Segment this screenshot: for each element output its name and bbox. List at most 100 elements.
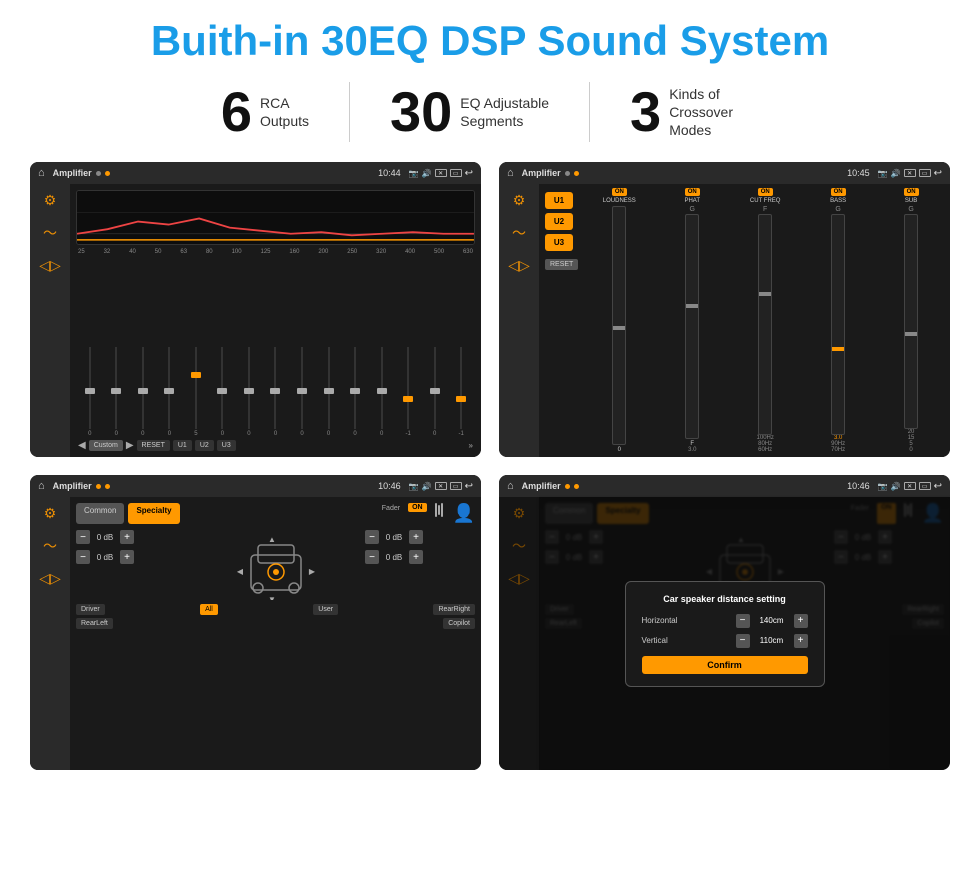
phat-on[interactable]: ON: [685, 188, 700, 196]
window-icon-4: ▭: [919, 482, 931, 490]
eq-slider-14[interactable]: -1: [449, 347, 473, 437]
db-minus-fl[interactable]: −: [76, 530, 90, 544]
home-icon-2[interactable]: ⌂: [507, 167, 514, 179]
horizontal-minus[interactable]: −: [736, 614, 750, 628]
sidebar-1: ⚙ 〜 ◁▷: [30, 184, 70, 457]
close-icon-3: ✕: [435, 482, 447, 490]
eq-graph: [76, 190, 475, 245]
stat-number-rca: 6: [221, 84, 252, 140]
wave-icon-2[interactable]: 〜: [512, 223, 526, 243]
eq-bottom-bar: ◀ Custom ▶ RESET U1 U2 U3 »: [76, 437, 475, 451]
camera-icon-4: 📷: [878, 482, 888, 491]
u2-button[interactable]: U2: [545, 213, 573, 230]
back-icon-3: ↩: [465, 481, 473, 492]
db-minus-rr[interactable]: −: [365, 550, 379, 564]
rearleft-btn[interactable]: RearLeft: [76, 618, 113, 629]
wave-icon-3[interactable]: 〜: [43, 536, 57, 556]
db-plus-fl[interactable]: +: [120, 530, 134, 544]
u1-button[interactable]: U1: [545, 192, 573, 209]
volume-icon-4: 🔊: [891, 482, 901, 491]
bass-on[interactable]: ON: [831, 188, 846, 196]
loudness-on[interactable]: ON: [612, 188, 627, 196]
crossover-content: U1 U2 U3 RESET ON LOUDNESS: [539, 184, 950, 457]
home-icon[interactable]: ⌂: [38, 167, 45, 179]
speaker-icon-2[interactable]: ◁▷: [508, 257, 530, 274]
fader-on-btn[interactable]: ON: [408, 503, 427, 512]
svg-text:▲: ▲: [268, 535, 276, 544]
db-minus-rl[interactable]: −: [76, 550, 90, 564]
eq-u3-btn[interactable]: U3: [217, 440, 236, 451]
db-value-fr: 0 dB: [382, 533, 406, 542]
eq-slider-2[interactable]: 0: [131, 347, 155, 437]
vertical-plus[interactable]: +: [794, 634, 808, 648]
phat-slider[interactable]: [685, 214, 699, 439]
sidebar-2: ⚙ 〜 ◁▷: [499, 184, 539, 457]
db-plus-rl[interactable]: +: [120, 550, 134, 564]
eq-slider-11[interactable]: 0: [370, 347, 394, 437]
copilot-btn[interactable]: Copilot: [443, 618, 475, 629]
eq-slider-5[interactable]: 0: [211, 347, 235, 437]
fader-tab-specialty[interactable]: Specialty: [128, 503, 179, 524]
speaker-icon-3[interactable]: ◁▷: [39, 570, 61, 587]
db-control-rl: − 0 dB +: [76, 550, 186, 564]
db-plus-fr[interactable]: +: [409, 530, 423, 544]
eq-slider-7[interactable]: 0: [264, 347, 288, 437]
screen1-body: ⚙ 〜 ◁▷: [30, 184, 481, 457]
horizontal-plus[interactable]: +: [794, 614, 808, 628]
status-bar-4: ⌂ Amplifier 10:46 📷 🔊 ✕ ▭ ↩: [499, 475, 950, 497]
eq-slider-10[interactable]: 0: [343, 347, 367, 437]
u-buttons: U1 U2 U3 RESET: [543, 188, 580, 453]
eq-icon-3[interactable]: ⚙: [44, 505, 57, 522]
prev-arrow[interactable]: ◀: [78, 440, 86, 451]
driver-btn[interactable]: Driver: [76, 604, 105, 615]
rearight-btn[interactable]: RearRight: [433, 604, 475, 615]
screen4-inner: ⚙ 〜 ◁▷ Common Specialty Fader ON: [499, 497, 950, 770]
fader-tabs: Common Specialty Fader ON 👤: [76, 503, 475, 524]
speaker-icon[interactable]: ◁▷: [39, 257, 61, 274]
eq-slider-8[interactable]: 0: [290, 347, 314, 437]
loudness-label: LOUDNESS: [603, 198, 636, 204]
eq-slider-1[interactable]: 0: [105, 347, 129, 437]
sub-on[interactable]: ON: [904, 188, 919, 196]
home-icon-4[interactable]: ⌂: [507, 480, 514, 492]
eq-reset-btn[interactable]: RESET: [137, 440, 170, 451]
eq-slider-13[interactable]: 0: [423, 347, 447, 437]
u3-button[interactable]: U3: [545, 234, 573, 251]
eq-slider-4[interactable]: 5: [184, 347, 208, 437]
back-icon-2: ↩: [934, 168, 942, 179]
home-icon-3[interactable]: ⌂: [38, 480, 45, 492]
vertical-minus[interactable]: −: [736, 634, 750, 648]
eq-u2-btn[interactable]: U2: [195, 440, 214, 451]
all-btn[interactable]: All: [200, 604, 218, 615]
db-value-fl: 0 dB: [93, 533, 117, 542]
eq-custom-btn[interactable]: Custom: [89, 440, 123, 451]
screens-grid: ⌂ Amplifier 10:44 📷 🔊 ✕ ▭ ↩ ⚙ 〜 ◁▷: [30, 162, 950, 770]
confirm-button[interactable]: Confirm: [642, 656, 808, 674]
window-icon-2: ▭: [919, 169, 931, 177]
eq-icon[interactable]: ⚙: [44, 192, 57, 209]
eq-u1-btn[interactable]: U1: [173, 440, 192, 451]
user-btn[interactable]: User: [313, 604, 338, 615]
sub-slider[interactable]: [904, 214, 918, 429]
loudness-slider[interactable]: [612, 206, 626, 445]
crossover-reset-btn[interactable]: RESET: [545, 259, 578, 270]
status-dot-2a: [565, 171, 570, 176]
eq-icon-2[interactable]: ⚙: [513, 192, 526, 209]
next-arrow[interactable]: ▶: [126, 440, 134, 451]
eq-slider-3[interactable]: 0: [158, 347, 182, 437]
db-minus-fr[interactable]: −: [365, 530, 379, 544]
eq-slider-0[interactable]: 0: [78, 347, 102, 437]
bass-slider[interactable]: [831, 214, 845, 435]
eq-slider-12[interactable]: -1: [396, 347, 420, 437]
expand-icon[interactable]: »: [469, 441, 473, 450]
eq-slider-9[interactable]: 0: [317, 347, 341, 437]
cutfreq-on[interactable]: ON: [758, 188, 773, 196]
loudness-value: 0: [618, 447, 621, 453]
eq-slider-6[interactable]: 0: [237, 347, 261, 437]
wave-icon[interactable]: 〜: [43, 223, 57, 243]
screen3-body: ⚙ 〜 ◁▷ Common Specialty Fader ON: [30, 497, 481, 770]
cutfreq-slider[interactable]: [758, 214, 772, 435]
fader-tab-common[interactable]: Common: [76, 503, 124, 524]
amplifier-title-4: Amplifier: [522, 481, 561, 491]
db-plus-rr[interactable]: +: [409, 550, 423, 564]
